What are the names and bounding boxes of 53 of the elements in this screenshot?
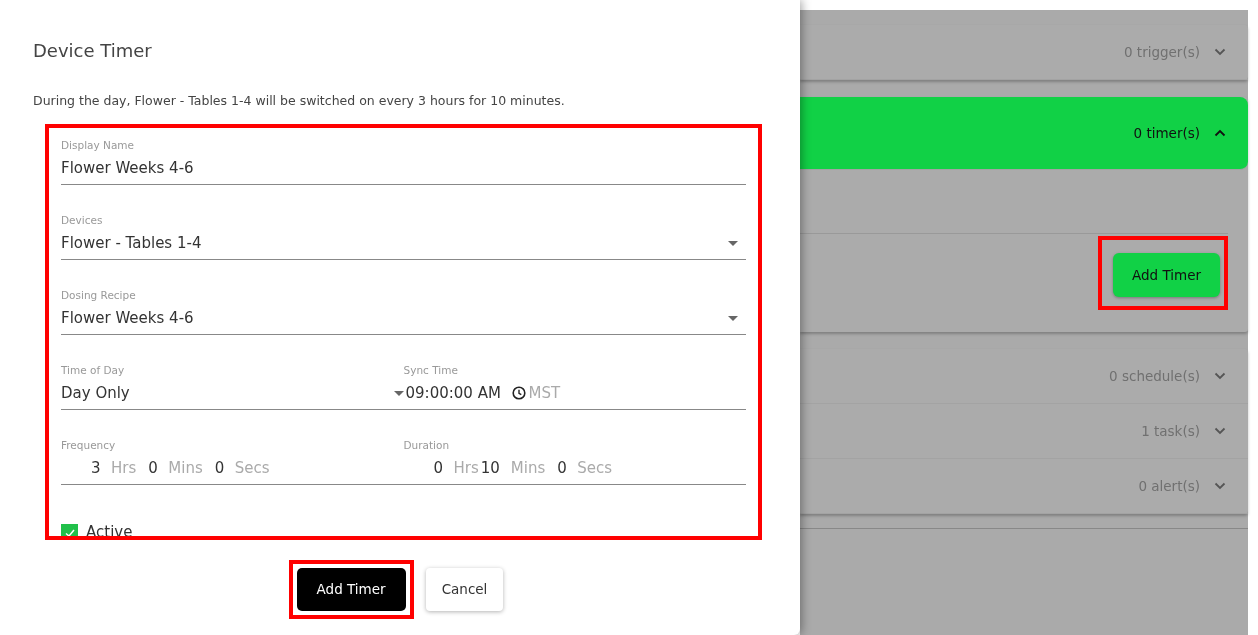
add-timer-button[interactable]: Add Timer	[296, 568, 406, 611]
clock-icon	[511, 386, 526, 401]
duration-field[interactable]: Frequency 3 Hrs 0 Mins 0 Secs	[61, 438, 404, 486]
field-value: 09:00:00 AM	[405, 383, 502, 404]
cancel-button[interactable]: Cancel	[425, 568, 504, 611]
chevron-up-icon[interactable]	[1214, 129, 1226, 137]
dropdown-field[interactable]: Dosing Recipe Flower Weeks 4-6	[61, 288, 746, 336]
duration-field[interactable]: Duration 0 Hrs 10 Mins 0 Secs	[403, 438, 746, 486]
chevron-down-icon[interactable]	[1214, 48, 1226, 56]
dialog-title: Device Timer	[33, 40, 153, 62]
chevron-down-icon[interactable]	[1214, 372, 1226, 380]
field-value: Day Only	[61, 383, 130, 404]
dropdown-field[interactable]: Devices Flower - Tables 1-4	[61, 213, 746, 261]
caret-icon	[393, 390, 404, 396]
number-value: 0	[214, 458, 225, 479]
unit-label: Mins	[510, 458, 546, 479]
number-value: 0	[433, 458, 444, 479]
count-text: 1 task(s)	[1141, 421, 1200, 441]
field-label: Devices	[61, 213, 104, 228]
count-text: 0 trigger(s)	[1123, 42, 1200, 62]
number-value: 10	[480, 458, 501, 479]
field-label: Display Name	[61, 138, 136, 153]
chevron-down-icon[interactable]	[1214, 427, 1226, 435]
accordion-header[interactable]: 0 timer(s)	[800, 97, 1248, 170]
caret-icon	[728, 240, 738, 246]
dropdown-field[interactable]: Time of Day Day Only	[61, 363, 404, 411]
add-timer-button[interactable]: Add Timer	[1112, 253, 1220, 298]
unit-label: Mins	[168, 458, 203, 479]
field-label: Frequency	[61, 438, 117, 453]
field-label: Sync Time	[403, 363, 459, 378]
input-field[interactable]: Display Name Flower Weeks 4-6	[61, 138, 746, 186]
field-label: Duration	[403, 438, 451, 453]
field-value: Flower Weeks 4-6	[61, 158, 194, 179]
count-text: 0 alert(s)	[1138, 476, 1200, 496]
checkbox[interactable]	[61, 524, 78, 537]
description-text: During the day, Flower - Tables 1-4 will be switched on every 3 hours for 10 minutes.	[33, 91, 566, 110]
field-label: Time of Day	[61, 363, 126, 378]
unit-label: Secs	[234, 458, 270, 479]
unit-label: Secs	[577, 458, 612, 479]
number-value: 0	[557, 458, 568, 479]
input-field[interactable]: Sync Time 09:00:00 AM MST	[403, 363, 746, 411]
field-label: Dosing Recipe	[61, 288, 137, 303]
number-value: 0	[148, 458, 159, 479]
timezone-text: MST	[528, 383, 561, 404]
number-value: 3	[91, 458, 101, 479]
caret-icon	[728, 315, 738, 321]
count-text: 0 schedule(s)	[1109, 366, 1200, 386]
count-text: 0 timer(s)	[1133, 123, 1200, 143]
field-value: Flower Weeks 4-6	[61, 308, 194, 329]
unit-label: Hrs	[111, 458, 137, 479]
chevron-down-icon[interactable]	[1214, 482, 1226, 490]
unit-label: Hrs	[453, 458, 479, 479]
field-value: Flower - Tables 1-4	[61, 233, 202, 254]
